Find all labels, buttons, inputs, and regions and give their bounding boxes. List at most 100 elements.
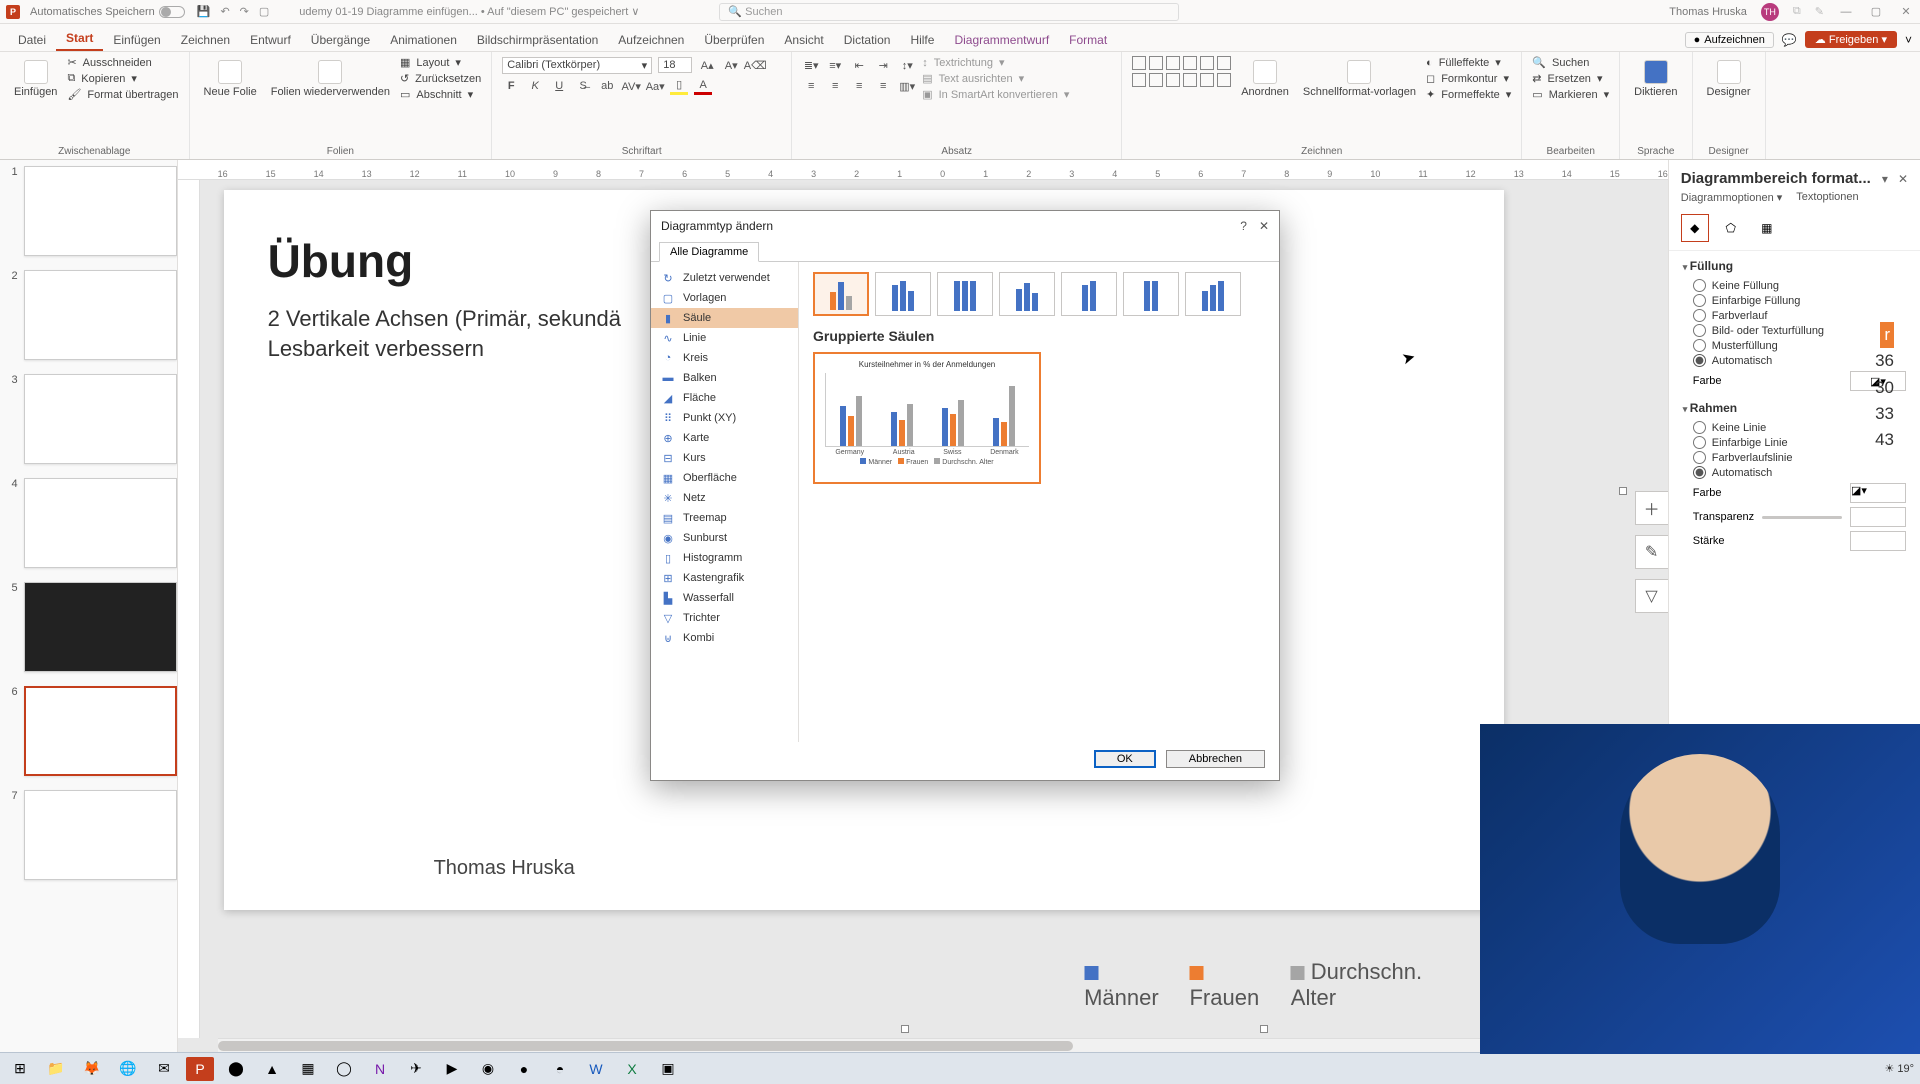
quick-styles-button[interactable]: Schnellformat-vorlagen <box>1299 56 1420 102</box>
tb-onenote-icon[interactable]: N <box>366 1057 394 1081</box>
tb-firefox-icon[interactable]: 🦊 <box>78 1057 106 1081</box>
search-box[interactable]: 🔍 Suchen <box>719 3 1179 21</box>
cat-waterfall[interactable]: ▙Wasserfall <box>651 588 798 608</box>
numbers-icon[interactable]: ≡▾ <box>826 56 844 74</box>
horizontal-scrollbar[interactable] <box>218 1038 1644 1052</box>
dialog-tab-all[interactable]: Alle Diagramme <box>659 242 759 262</box>
align-text-button[interactable]: ▤ Text ausrichten ▾ <box>922 72 1069 85</box>
cat-stock[interactable]: ⊟Kurs <box>651 448 798 468</box>
tb-app3-icon[interactable]: ▦ <box>294 1057 322 1081</box>
chart-elements-button[interactable]: ＋ <box>1635 491 1668 525</box>
comments-icon[interactable]: 💬 <box>1782 33 1797 47</box>
tb-app2-icon[interactable]: ▲ <box>258 1057 286 1081</box>
spacing-icon[interactable]: AV▾ <box>622 77 640 95</box>
tb-word-icon[interactable]: W <box>582 1057 610 1081</box>
tb-app8-icon[interactable]: ◓ <box>546 1057 574 1081</box>
record-button[interactable]: ● Aufzeichnen <box>1685 32 1774 48</box>
border-none[interactable]: Keine Linie <box>1693 421 1906 434</box>
start-button[interactable]: ⊞ <box>6 1057 34 1081</box>
subtype-3d-clustered[interactable] <box>999 272 1055 316</box>
chart-filter-button[interactable]: ▽ <box>1635 579 1668 613</box>
minimize-button[interactable]: — <box>1838 6 1854 18</box>
highlight-icon[interactable]: ▯ <box>670 77 688 95</box>
tab-format[interactable]: Format <box>1059 29 1117 51</box>
tb-telegram-icon[interactable]: ✈ <box>402 1057 430 1081</box>
fill-solid[interactable]: Einfarbige Füllung <box>1693 294 1906 307</box>
tb-app9-icon[interactable]: ▣ <box>654 1057 682 1081</box>
tab-dictation[interactable]: Dictation <box>834 29 901 51</box>
border-color-picker[interactable]: ◪▾ <box>1850 483 1906 503</box>
chart-preview[interactable]: Kursteilnehmer in % der Anmeldungen Germ… <box>813 352 1041 484</box>
subtype-3d-100[interactable] <box>1123 272 1179 316</box>
tb-outlook-icon[interactable]: ✉ <box>150 1057 178 1081</box>
align-center-icon[interactable]: ≡ <box>826 77 844 95</box>
cat-histogram[interactable]: ▯Histogramm <box>651 548 798 568</box>
text-options-tab[interactable]: Textoptionen <box>1796 191 1858 204</box>
decrease-font-icon[interactable]: A▾ <box>722 56 740 74</box>
pane-close-icon[interactable]: ✕ <box>1898 172 1908 186</box>
select-button[interactable]: ▭ Markieren ▾ <box>1532 88 1609 101</box>
shape-effects-button[interactable]: ✦ Formeffekte ▾ <box>1426 88 1511 101</box>
slideshow-icon[interactable]: ▢ <box>259 5 269 18</box>
cut-button[interactable]: ✂ Ausschneiden <box>67 56 178 69</box>
subtype-3d[interactable] <box>1185 272 1241 316</box>
shape-gallery[interactable] <box>1132 56 1231 87</box>
cat-column[interactable]: ▮Säule <box>651 308 798 328</box>
transparency-slider[interactable] <box>1762 516 1842 519</box>
ribbon-collapse-icon[interactable]: ˅ <box>1905 33 1912 47</box>
indent-inc-icon[interactable]: ⇥ <box>874 56 892 74</box>
cat-templates[interactable]: ▢Vorlagen <box>651 288 798 308</box>
close-button[interactable]: ✕ <box>1898 5 1914 18</box>
tray-weather[interactable]: ☀ 19° <box>1884 1062 1914 1075</box>
fill-line-icon[interactable]: ◆ <box>1681 214 1709 242</box>
cat-pie[interactable]: ◔Kreis <box>651 348 798 368</box>
thumb-3[interactable]: 3 <box>6 374 177 464</box>
subtype-stacked[interactable] <box>875 272 931 316</box>
thumb-6[interactable]: 6 <box>6 686 177 776</box>
subtype-clustered[interactable] <box>813 272 869 316</box>
slide-thumbnails[interactable]: 1 2 3 4 5 6 7 <box>0 160 178 1052</box>
smartart-button[interactable]: ▣ In SmartArt konvertieren ▾ <box>922 88 1069 101</box>
maximize-button[interactable]: ▢ <box>1868 5 1884 18</box>
slide-title[interactable]: Übung <box>268 234 414 288</box>
cat-funnel[interactable]: ▽Trichter <box>651 608 798 628</box>
layout-button[interactable]: ▦ Layout ▾ <box>400 56 481 69</box>
user-name[interactable]: Thomas Hruska <box>1669 6 1747 18</box>
fill-pattern[interactable]: Musterfüllung <box>1693 339 1906 352</box>
designer-button[interactable]: Designer <box>1703 56 1755 102</box>
cat-boxplot[interactable]: ⊞Kastengrafik <box>651 568 798 588</box>
tb-app-icon[interactable]: ⬤ <box>222 1057 250 1081</box>
shape-outline-button[interactable]: ◻ Formkontur ▾ <box>1426 72 1511 85</box>
indent-dec-icon[interactable]: ⇤ <box>850 56 868 74</box>
dictate-button[interactable]: Diktieren <box>1630 56 1681 102</box>
tab-ueberpruefen[interactable]: Überprüfen <box>694 29 774 51</box>
thumb-2[interactable]: 2 <box>6 270 177 360</box>
fill-header[interactable]: Füllung <box>1683 259 1906 273</box>
text-direction-button[interactable]: ↕ Textrichtung ▾ <box>922 56 1069 69</box>
cancel-button[interactable]: Abbrechen <box>1166 750 1265 768</box>
copy-button[interactable]: ⧉ Kopieren ▾ <box>67 72 178 85</box>
cat-surface[interactable]: ▦Oberfläche <box>651 468 798 488</box>
section-button[interactable]: ▭ Abschnitt ▾ <box>400 88 481 101</box>
present-icon[interactable]: ⧉ <box>1793 5 1801 18</box>
draw-icon[interactable]: ✎ <box>1815 5 1824 18</box>
cat-sunburst[interactable]: ◉Sunburst <box>651 528 798 548</box>
tb-chrome-icon[interactable]: 🌐 <box>114 1057 142 1081</box>
slide-subtitle[interactable]: 2 Vertikale Achsen (Primär, sekundäLesba… <box>268 304 621 363</box>
dialog-help-icon[interactable]: ? <box>1240 219 1247 233</box>
tab-entwurf[interactable]: Entwurf <box>240 29 301 51</box>
reset-button[interactable]: ↺ Zurücksetzen <box>400 72 481 85</box>
cat-radar[interactable]: ✳Netz <box>651 488 798 508</box>
subtype-3d-stacked[interactable] <box>1061 272 1117 316</box>
cat-map[interactable]: ⊕Karte <box>651 428 798 448</box>
tb-app7-icon[interactable]: ● <box>510 1057 538 1081</box>
cat-combo[interactable]: ⊎Kombi <box>651 628 798 648</box>
effects-icon[interactable]: ⬠ <box>1717 214 1745 242</box>
fill-gradient[interactable]: Farbverlauf <box>1693 309 1906 322</box>
fill-none[interactable]: Keine Füllung <box>1693 279 1906 292</box>
tb-app4-icon[interactable]: ◯ <box>330 1057 358 1081</box>
chart-options-tab[interactable]: Diagrammoptionen ▾ <box>1681 191 1783 204</box>
justify-icon[interactable]: ≡ <box>874 77 892 95</box>
tab-animationen[interactable]: Animationen <box>380 29 467 51</box>
cat-line[interactable]: ∿Linie <box>651 328 798 348</box>
